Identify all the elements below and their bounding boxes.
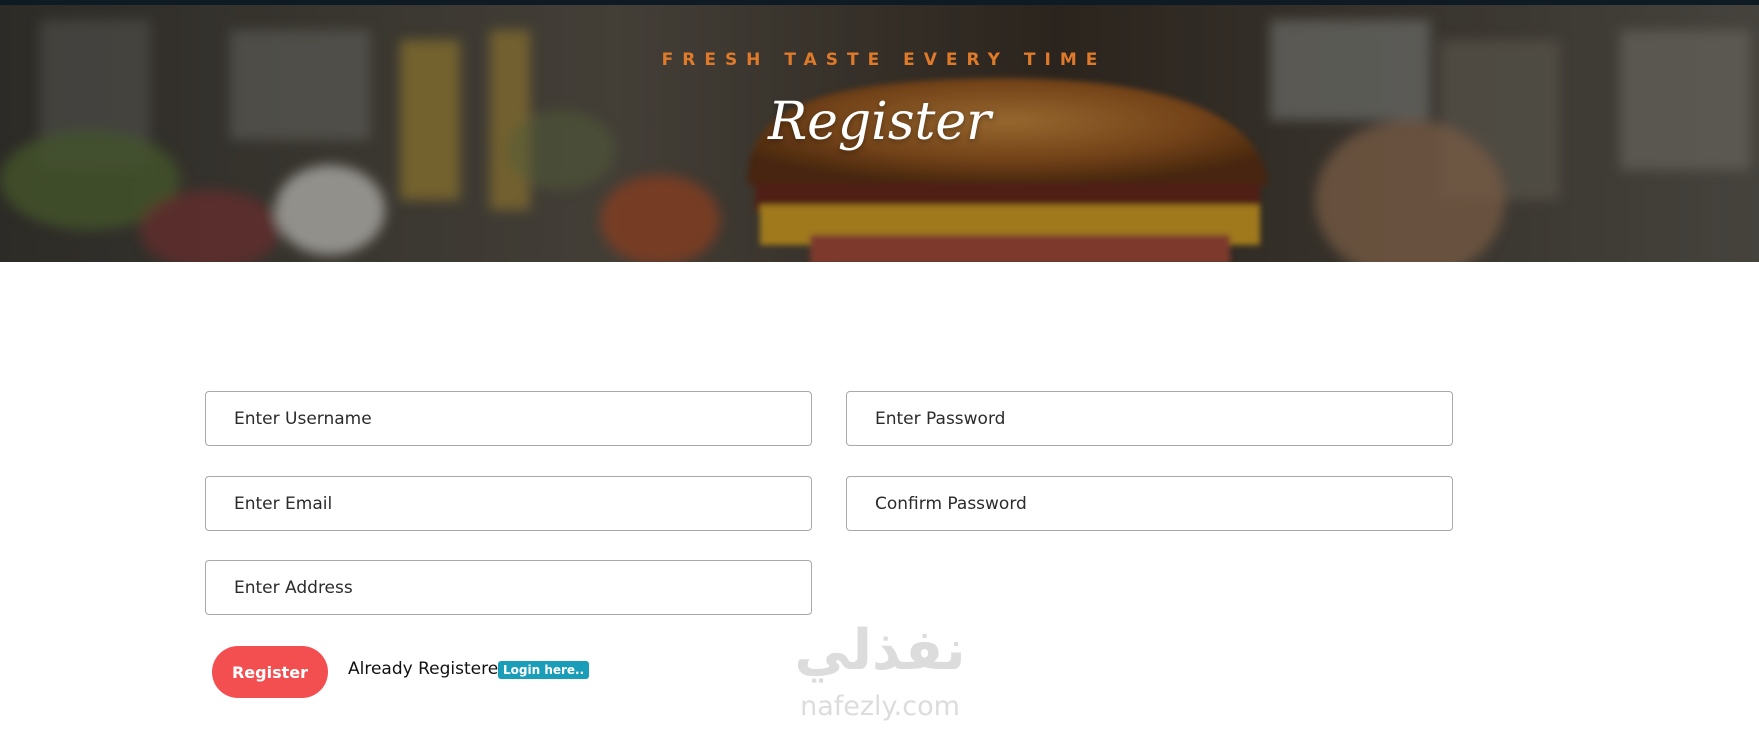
register-button[interactable]: Register [212, 646, 328, 698]
hero-banner: FRESH TASTE EVERY TIME Register [0, 0, 1759, 262]
watermark-logo: نفذلي nafezly.com [770, 618, 990, 730]
username-input[interactable] [205, 391, 812, 446]
address-input[interactable] [205, 560, 812, 615]
register-page: FRESH TASTE EVERY TIME Register Register… [0, 0, 1759, 730]
hero-tagline: FRESH TASTE EVERY TIME [661, 50, 1107, 70]
password-input[interactable] [846, 391, 1453, 446]
login-link[interactable]: Login here.. [498, 661, 590, 679]
watermark-latin-text: nafezly.com [800, 691, 960, 722]
confirm-password-input[interactable] [846, 476, 1453, 531]
top-bar-strip [0, 0, 1759, 5]
email-input[interactable] [205, 476, 812, 531]
page-title: Register [767, 92, 992, 152]
already-registered-text: Already Registered? [348, 659, 518, 679]
watermark-arabic-text: نفذلي [794, 618, 966, 683]
